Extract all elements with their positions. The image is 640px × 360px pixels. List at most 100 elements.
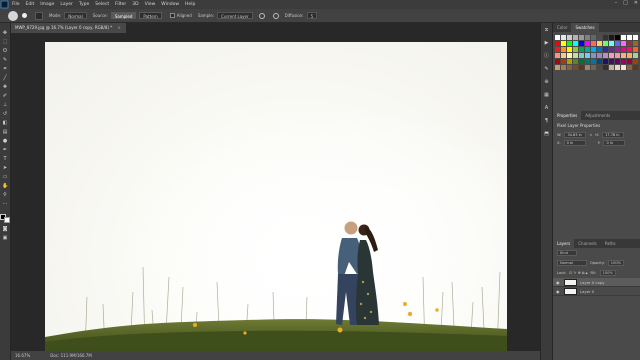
brush-panel-icon[interactable]: ✎ [544,66,550,72]
color-swatch[interactable] [591,59,596,64]
menu-window[interactable]: Window [158,2,182,7]
color-swatch[interactable] [555,35,560,40]
maximize-icon[interactable]: □ [623,0,628,6]
visibility-eye-icon[interactable]: ◉ [556,280,561,285]
close-icon[interactable]: ✕ [634,0,638,6]
color-swatch[interactable] [573,53,578,58]
menu-edit[interactable]: Edit [23,2,38,7]
height-field[interactable]: 17.78 in [602,132,625,138]
color-swatch[interactable] [567,59,572,64]
color-swatches[interactable] [0,211,10,223]
gradient-tool-icon[interactable]: ▤ [2,130,8,135]
move-tool-icon[interactable]: ✥ [2,31,8,36]
aligned-checkbox[interactable] [169,13,175,18]
color-swatch[interactable] [615,47,620,52]
color-swatch[interactable] [633,47,638,52]
tab-paths[interactable]: Paths [601,239,620,248]
quick-mask-icon[interactable]: ◙ [2,227,8,232]
color-swatch[interactable] [615,65,620,70]
color-swatch[interactable] [603,65,608,70]
color-swatch[interactable] [627,59,632,64]
color-swatch[interactable] [567,35,572,40]
menu-3d[interactable]: 3D [129,2,141,7]
color-swatch[interactable] [591,53,596,58]
color-swatch[interactable] [633,59,638,64]
minimize-icon[interactable]: – [615,0,618,6]
x-field[interactable]: 0 in [563,140,586,146]
layer-row[interactable]: ◉ Layer 0 copy [553,278,640,287]
color-swatch[interactable] [561,59,566,64]
color-swatch[interactable] [633,41,638,46]
character-icon[interactable]: A [544,105,550,111]
color-swatch[interactable] [597,59,602,64]
sample-dropdown[interactable]: Current Layer [217,12,253,19]
diffusion-field[interactable]: 5 [306,12,318,19]
ignore-adjustment-icon[interactable] [258,12,265,19]
color-swatch[interactable] [585,47,590,52]
stamp-tool-icon[interactable]: ⊥ [2,103,8,108]
color-swatch[interactable] [573,59,578,64]
color-swatch[interactable] [579,65,584,70]
background-color[interactable] [4,217,10,223]
pressure-icon[interactable] [272,12,279,19]
lock-icon[interactable]: ⊡ ✎ ✥ ⧉ 🔒︎ [569,271,587,275]
screen-mode-icon[interactable]: ▣ [2,236,8,241]
color-swatch[interactable] [555,53,560,58]
color-swatch[interactable] [615,59,620,64]
color-swatch[interactable] [597,65,602,70]
sampled-button[interactable]: Sampled [110,12,137,19]
y-field[interactable]: 0 in [603,140,626,146]
color-swatch[interactable] [627,65,632,70]
quick-select-tool-icon[interactable]: ✎ [2,58,8,63]
color-swatch[interactable] [615,53,620,58]
color-swatch[interactable] [555,59,560,64]
color-swatch[interactable] [597,41,602,46]
color-swatch[interactable] [555,47,560,52]
color-swatch[interactable] [579,53,584,58]
menu-file[interactable]: File [9,2,23,7]
menu-layer[interactable]: Layer [57,2,76,7]
width-field[interactable]: 34.63 in [564,132,587,138]
color-swatch[interactable] [579,41,584,46]
menu-filter[interactable]: Filter [112,2,129,7]
menu-image[interactable]: Image [37,2,57,7]
color-swatch[interactable] [591,41,596,46]
shape-tool-icon[interactable]: ▭ [2,175,8,180]
tab-channels[interactable]: Channels [574,239,601,248]
color-swatch[interactable] [573,47,578,52]
color-swatch[interactable] [585,35,590,40]
color-swatch[interactable] [561,35,566,40]
tab-adjustments[interactable]: Adjustments [581,111,614,120]
tab-properties[interactable]: Properties [553,111,582,120]
color-swatch[interactable] [567,47,572,52]
pattern-button[interactable]: Pattern [139,12,162,19]
color-swatch[interactable] [591,35,596,40]
kind-filter-dropdown[interactable]: Kind [557,250,577,256]
color-swatch[interactable] [603,41,608,46]
color-swatch[interactable] [603,35,608,40]
color-swatch[interactable] [561,47,566,52]
color-swatch[interactable] [579,35,584,40]
color-swatch[interactable] [597,53,602,58]
color-swatch[interactable] [633,65,638,70]
color-swatch[interactable] [585,53,590,58]
visibility-eye-icon[interactable]: ◉ [556,289,561,294]
color-swatch[interactable] [621,47,626,52]
color-swatch[interactable] [567,41,572,46]
path-select-tool-icon[interactable]: ➤ [2,166,8,171]
photo-canvas[interactable] [45,42,507,351]
brush-settings-icon[interactable] [35,11,43,20]
color-swatch[interactable] [603,59,608,64]
color-swatch[interactable] [579,59,584,64]
color-swatch[interactable] [627,53,632,58]
pen-tool-icon[interactable]: ✒ [2,148,8,153]
tab-layers[interactable]: Layers [553,239,575,248]
color-swatch[interactable] [573,41,578,46]
color-swatch[interactable] [621,65,626,70]
color-swatch[interactable] [561,53,566,58]
color-swatch[interactable] [627,47,632,52]
eyedropper-tool-icon[interactable]: ╱ [2,76,8,81]
menu-help[interactable]: Help [182,2,198,7]
color-swatch[interactable] [573,35,578,40]
actions-icon[interactable]: ▶ [544,40,550,46]
